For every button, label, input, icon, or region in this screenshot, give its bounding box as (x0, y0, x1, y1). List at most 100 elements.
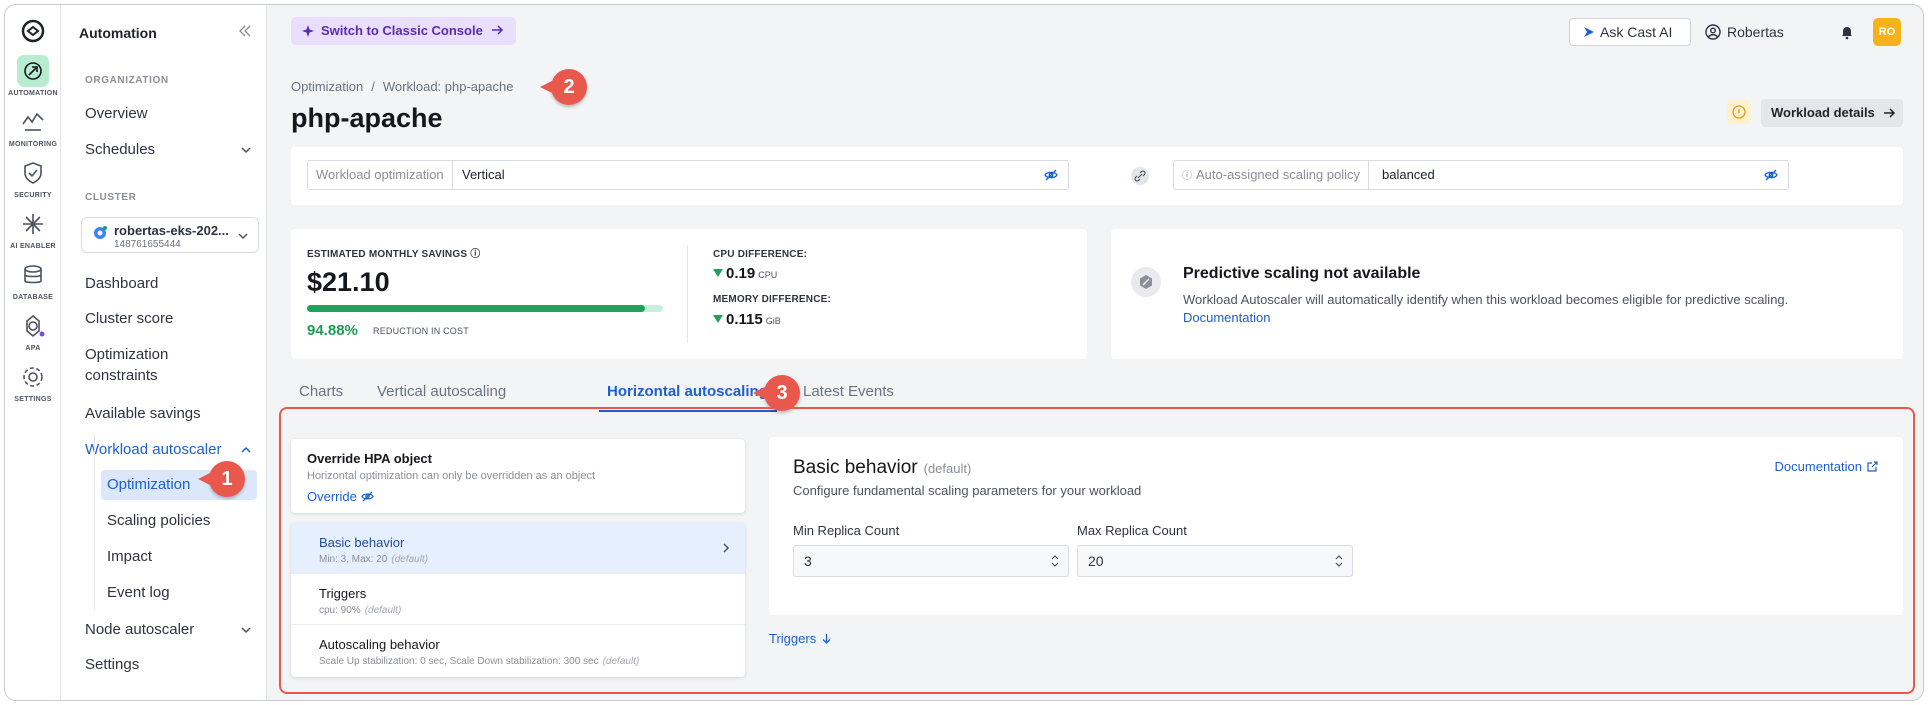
nav-triggers[interactable]: Triggers cpu: 90% (default) (291, 574, 745, 625)
sidebar-item-event-log[interactable]: Event log (101, 578, 257, 608)
main-content: Switch to Classic Console Ask Cast AI Ro… (267, 5, 1923, 700)
avatar[interactable]: RO (1873, 18, 1901, 46)
sidebar-item-schedules[interactable]: Schedules (85, 141, 257, 158)
collapse-icon[interactable] (237, 23, 253, 39)
sidebar-item-label: constraints (85, 367, 158, 384)
eye-off-icon[interactable] (1764, 168, 1778, 182)
workload-optimization-field[interactable]: Workload optimization Vertical (307, 160, 1069, 190)
callout-3: 3 (753, 375, 800, 411)
stepper-icon[interactable] (1050, 553, 1060, 569)
scaling-policy-field[interactable]: ⓘ Auto-assigned scaling policy balanced (1173, 160, 1789, 190)
cpu-value: 0.19 (726, 265, 756, 282)
nav-basic-behavior[interactable]: Basic behavior Min: 3, Max: 20 (default) (291, 523, 745, 574)
sparkle-icon (302, 25, 314, 37)
basic-behavior-subtitle: Configure fundamental scaling parameters… (793, 483, 1142, 498)
cluster-selector[interactable]: robertas-eks-202... 148761655444 (81, 217, 259, 253)
tab-vertical-autoscaling[interactable]: Vertical autoscaling (377, 383, 506, 400)
sidebar-item-overview[interactable]: Overview (85, 105, 257, 122)
basic-behavior-title: Basic behavior (default) (793, 457, 971, 479)
memory-difference-label: MEMORY DIFFERENCE: (713, 294, 832, 305)
predictive-icon (1131, 267, 1161, 297)
warning-icon[interactable] (1727, 100, 1751, 124)
cluster-id: 148761655444 (114, 239, 181, 250)
breadcrumb-separator: / (371, 79, 375, 94)
sidebar-item-optimization-constraints[interactable]: Optimization constraints (85, 346, 257, 384)
breadcrumb-current: Workload: php-apache (382, 79, 514, 94)
sidebar-item-settings[interactable]: Settings (85, 656, 257, 673)
max-replica-input[interactable]: 20 (1077, 545, 1353, 577)
doc-link-label: Documentation (1774, 459, 1862, 474)
cast-ai-icon (1584, 27, 1594, 37)
cpu-unit: CPU (758, 270, 778, 280)
triggers-link[interactable]: Triggers (769, 631, 833, 646)
tab-horizontal-autoscaling[interactable]: Horizontal autoscaling (607, 383, 768, 400)
rail-database[interactable]: DATABASE (5, 259, 61, 301)
stepper-icon[interactable] (1334, 553, 1344, 569)
cast-ai-logo-icon[interactable] (19, 17, 47, 45)
switch-classic-console-button[interactable]: Switch to Classic Console (291, 17, 517, 45)
savings-card: ESTIMATED MONTHLY SAVINGS ⓘ $21.10 94.88… (291, 229, 1087, 359)
divider (687, 245, 688, 343)
section-organization: ORGANIZATION (85, 75, 169, 86)
settings-icon (17, 361, 49, 393)
cpu-difference-value: 0.19 CPU (713, 265, 777, 282)
min-replica-input[interactable]: 3 (793, 545, 1069, 577)
arrow-down-icon (822, 634, 831, 644)
list-item-subtitle: Scale Up stabilization: 0 sec, Scale Dow… (319, 656, 639, 667)
default-tag: (default) (602, 656, 640, 667)
sidebar-item-available-savings[interactable]: Available savings (85, 405, 257, 422)
predictive-scaling-card: Predictive scaling not available Workloa… (1111, 229, 1903, 359)
rail-automation[interactable]: AUTOMATION (5, 55, 61, 97)
eye-off-icon[interactable] (1044, 168, 1058, 182)
app-window: AUTOMATION MONITORING SECURITY AI ENABLE… (4, 4, 1924, 701)
sidebar-item-scaling-policies[interactable]: Scaling policies (101, 506, 257, 536)
sidebar-item-dashboard[interactable]: Dashboard (85, 275, 257, 292)
sidebar-title: Automation (79, 25, 157, 41)
arrow-right-icon (1884, 108, 1896, 118)
rail-apa[interactable]: APA (5, 310, 61, 352)
rail-monitoring[interactable]: MONITORING (5, 106, 61, 148)
savings-percent: 94.88% (307, 322, 358, 339)
default-tag: (default) (391, 554, 429, 565)
tab-latest-events[interactable]: Latest Events (803, 383, 894, 400)
override-link[interactable]: Override (307, 489, 374, 504)
ask-cast-ai-button[interactable]: Ask Cast AI (1569, 18, 1691, 46)
sidebar-item-label: Node autoscaler (85, 621, 195, 638)
basic-behavior-card: Basic behavior (default) Configure fundam… (769, 437, 1903, 615)
rail-ai-enabler[interactable]: AI ENABLER (5, 208, 61, 250)
rail-security[interactable]: SECURITY (5, 157, 61, 199)
override-title: Override HPA object (307, 451, 432, 466)
workload-details-button[interactable]: Workload details (1761, 99, 1903, 127)
sidebar-item-workload-autoscaler[interactable]: Workload autoscaler (85, 441, 257, 458)
security-icon (17, 157, 49, 189)
breadcrumb-optimization[interactable]: Optimization (291, 79, 363, 94)
documentation-link[interactable]: Documentation (1183, 310, 1270, 325)
tab-charts[interactable]: Charts (299, 383, 343, 400)
documentation-link[interactable]: Documentation (1775, 459, 1879, 474)
top-bar: Switch to Classic Console Ask Cast AI Ro… (267, 5, 1923, 63)
nav-autoscaling-behavior[interactable]: Autoscaling behavior Scale Up stabilizat… (291, 625, 745, 676)
user-icon (1705, 24, 1721, 40)
memory-unit: GiB (765, 316, 781, 326)
rail-settings[interactable]: SETTINGS (5, 361, 61, 403)
savings-label-text: ESTIMATED MONTHLY SAVINGS (307, 249, 468, 260)
sidebar-item-node-autoscaler[interactable]: Node autoscaler (85, 621, 257, 638)
savings-progress-fill (307, 305, 645, 312)
bell-icon[interactable] (1839, 24, 1855, 40)
cluster-icon (94, 226, 107, 239)
external-link-icon (1867, 461, 1878, 472)
arrow-right-icon (492, 25, 504, 35)
default-tag: (default) (923, 461, 972, 476)
override-text: Horizontal optimization can only be over… (307, 470, 595, 482)
list-item-subtitle: Min: 3, Max: 20 (default) (319, 554, 428, 565)
sidebar-item-cluster-score[interactable]: Cluster score (85, 310, 257, 327)
breadcrumb: Optimization / Workload: php-apache (291, 79, 513, 94)
min-replica-label: Min Replica Count (793, 523, 900, 538)
sidebar-item-impact[interactable]: Impact (101, 542, 257, 572)
sidebar-item-label: Optimization (85, 346, 169, 363)
scaling-policy-label: ⓘ Auto-assigned scaling policy (1174, 161, 1370, 189)
workload-optimization-label: Workload optimization (308, 161, 453, 189)
user-menu[interactable]: Robertas (1705, 18, 1784, 46)
cluster-name: robertas-eks-202... (114, 223, 229, 238)
ask-label: Ask Cast AI (1600, 24, 1673, 40)
